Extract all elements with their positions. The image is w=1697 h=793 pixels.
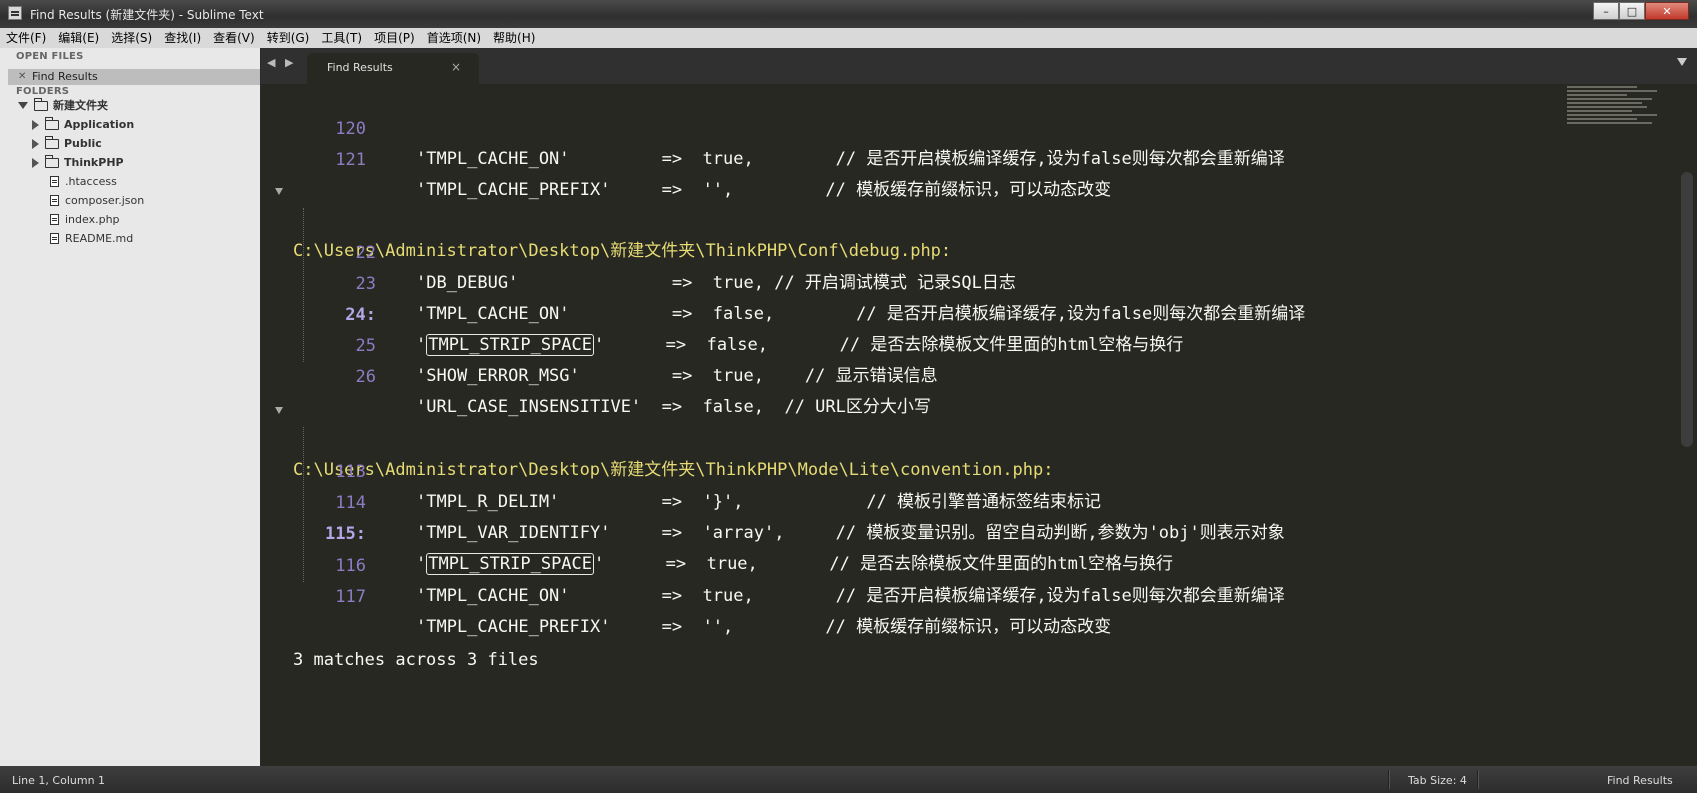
close-button[interactable]: ✕ [1645,2,1689,20]
result-line: 114 'TMPL_VAR_IDENTIFY' => 'array', // 模… [261,458,1561,543]
line-code: 'TMPL_CACHE_ON' => true, // 是否开启模板编译缓存,设… [416,149,1285,169]
match-line: 115: ' TMPL_STRIP_SPACE ' => true, // 是否去除… [261,489,1561,575]
tab-nav-arrows-icon[interactable]: ◀ ▶ [267,56,296,69]
result-line: 113 'TMPL_R_DELIM' => '}', // 模板引擎普通标签结束… [261,427,1561,512]
vertical-scrollbar[interactable] [1681,172,1693,447]
line-number: 26 [355,367,376,387]
open-files-header: OPEN FILES [16,51,84,62]
folder-icon [44,116,59,130]
folder-icon [44,135,59,149]
folder-label: Application [64,118,135,131]
sublime-app-icon [8,6,22,20]
file-icon [50,214,59,225]
close-file-icon[interactable]: ✕ [18,69,26,85]
line-number: 121 [335,150,366,170]
result-line: 120 'TMPL_CACHE_ON' => true, // 是否开启模板编译… [261,84,1561,169]
tree-file-htaccess[interactable]: .htaccess [50,172,117,191]
folder-icon [44,154,59,168]
line-code: 'TMPL_CACHE_ON' => true, // 是否开启模板编译缓存,设… [416,586,1285,606]
tree-file-readme[interactable]: README.md [50,229,133,248]
result-line: 22 'DB_DEBUG' => true, // 开启调试模式 记录SQL日志 [271,208,1571,293]
menu-preferences[interactable]: 首选项(N) [421,28,487,48]
file-icon [50,176,59,187]
match-line: 24: ' TMPL_STRIP_SPACE ' => false, // 是否去除… [271,270,1571,356]
minimap[interactable] [1567,86,1667,130]
expanded-arrow-icon[interactable] [18,102,28,109]
file-icon [50,195,59,206]
collapsed-arrow-icon[interactable] [32,157,39,168]
status-divider [1477,770,1478,789]
tab-close-icon[interactable]: × [451,60,461,74]
tab-label: Find Results [327,61,393,74]
result-line: 121 'TMPL_CACHE_PREFIX' => '', // 模板缓存前缀… [261,115,1561,200]
window-title: Find Results (新建文件夹) - Sublime Text [30,8,264,22]
fold-arrow-icon[interactable] [275,407,283,414]
tab-bar: ◀ ▶ Find Results × [261,48,1697,84]
menu-bar: 文件(F) 编辑(E) 选择(S) 查找(I) 查看(V) 转到(G) 工具(T… [0,28,1697,48]
summary-line: 3 matches across 3 files [261,615,861,670]
editor[interactable]: 120 'TMPL_CACHE_ON' => true, // 是否开启模板编译… [261,84,1697,766]
result-line: 117 'TMPL_CACHE_PREFIX' => '', // 模板缓存前缀… [261,552,1561,637]
tree-folder-thinkphp[interactable]: ThinkPHP [32,153,124,172]
tree-folder-public[interactable]: Public [32,134,102,153]
menu-view[interactable]: 查看(V) [207,28,261,48]
fold-arrow-icon[interactable] [275,188,283,195]
folder-label: ThinkPHP [64,156,124,169]
menu-selection[interactable]: 选择(S) [105,28,158,48]
tab-find-results[interactable]: Find Results × [307,53,479,84]
window-controls: – □ ✕ [1593,2,1689,20]
tree-root-folder[interactable]: 新建文件夹 [18,96,108,115]
result-line: 116 'TMPL_CACHE_ON' => true, // 是否开启模板编译… [261,521,1561,606]
status-divider [1388,770,1389,789]
file-path-line[interactable]: C:\Users\Administrator\Desktop\新建文件夹\Thi… [261,176,1561,261]
menu-edit[interactable]: 编辑(E) [52,28,105,48]
folder-label: Public [64,137,102,150]
match-summary: 3 matches across 3 files [293,650,539,670]
open-file-item[interactable]: ✕ Find Results [8,69,260,85]
status-bar: Line 1, Column 1 Tab Size: 4 Find Result… [0,766,1697,793]
file-path-line[interactable]: C:\Users\Administrator\Desktop\新建文件夹\Thi… [261,395,1561,480]
tree-file-composer[interactable]: composer.json [50,191,144,210]
open-file-label: Find Results [32,70,98,83]
result-line: 25 'SHOW_ERROR_MSG' => true, // 显示错误信息 [271,301,1571,386]
file-label: README.md [65,232,134,245]
tab-dropdown-icon[interactable] [1677,58,1687,66]
cursor-position: Line 1, Column 1 [12,774,106,787]
collapsed-arrow-icon[interactable] [32,119,39,130]
menu-help[interactable]: 帮助(H) [487,28,541,48]
menu-goto[interactable]: 转到(G) [261,28,316,48]
tree-folder-application[interactable]: Application [32,115,134,134]
sidebar: OPEN FILES ✕ Find Results FOLDERS 新建文件夹 … [0,48,260,766]
tab-size-indicator[interactable]: Tab Size: 4 [1408,774,1467,787]
title-bar: Find Results (新建文件夹) - Sublime Text – □ … [0,0,1697,28]
syntax-indicator[interactable]: Find Results [1607,774,1673,787]
menu-file[interactable]: 文件(F) [0,28,52,48]
result-line: 23 'TMPL_CACHE_ON' => false, // 是否开启模板编译… [271,239,1571,324]
menu-find[interactable]: 查找(I) [158,28,207,48]
folder-open-icon [33,97,48,111]
line-number: 117 [335,587,366,607]
folder-label: 新建文件夹 [53,99,108,112]
line-code: 'SHOW_ERROR_MSG' => true, // 显示错误信息 [416,366,938,386]
file-icon [50,233,59,244]
maximize-button[interactable]: □ [1619,2,1645,20]
file-label: .htaccess [65,175,117,188]
file-label: composer.json [65,194,145,207]
tree-file-index[interactable]: index.php [50,210,120,229]
minimize-button[interactable]: – [1593,2,1619,20]
menu-project[interactable]: 项目(P) [368,28,421,48]
collapsed-arrow-icon[interactable] [32,138,39,149]
result-line: 26 'URL_CASE_INSENSITIVE' => false, // U… [271,332,1571,417]
file-label: index.php [65,213,120,226]
menu-tools[interactable]: 工具(T) [315,28,368,48]
